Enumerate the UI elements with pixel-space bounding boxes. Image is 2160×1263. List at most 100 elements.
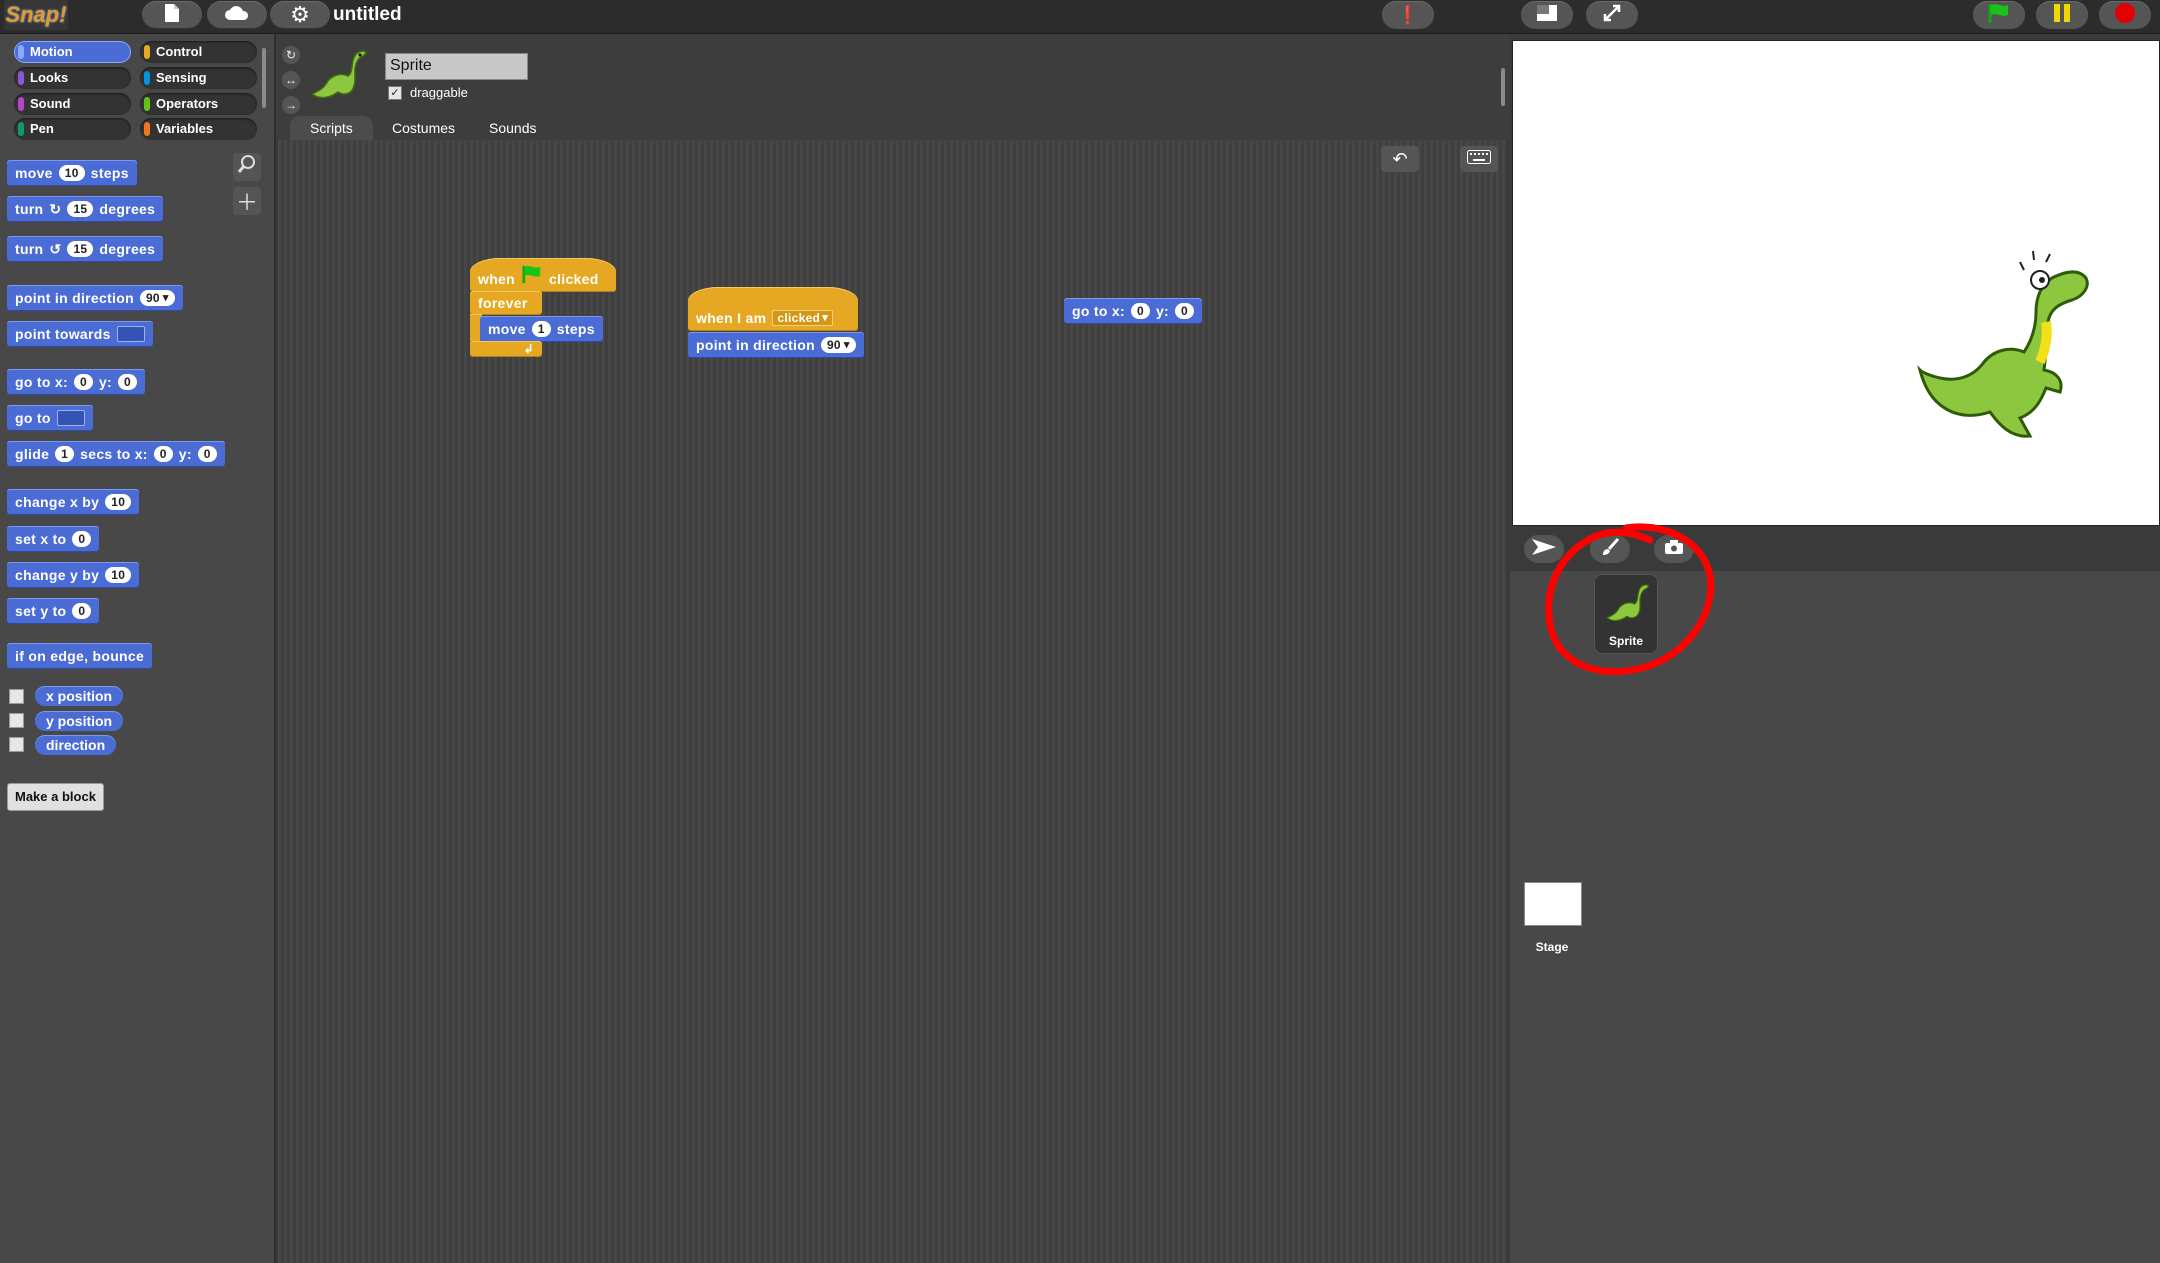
block-input[interactable]: 10	[105, 494, 132, 510]
y-input[interactable]: 0	[197, 446, 217, 462]
block-input[interactable]: 0	[72, 603, 92, 619]
category-looks[interactable]: Looks	[14, 67, 131, 89]
dropdown-value: 90	[145, 291, 160, 305]
presentation-mode-button[interactable]	[1586, 1, 1638, 29]
block-go-to-xy[interactable]: go to x: 0 y: 0	[7, 369, 145, 395]
category-variables[interactable]: Variables	[140, 118, 257, 140]
block-label: secs to x:	[80, 446, 148, 462]
loop-arrow-icon: ↲	[523, 342, 534, 356]
block-forever[interactable]: forever	[470, 291, 542, 315]
settings-menu-button[interactable]: ⚙	[270, 1, 330, 29]
block-change-x[interactable]: change x by 10	[7, 489, 140, 515]
block-label: point in direction	[696, 337, 815, 353]
undo-button[interactable]: ↶	[1381, 146, 1419, 172]
block-turn-counterclockwise[interactable]: turn ↺ 15 degrees	[7, 236, 164, 262]
block-input[interactable]: 15	[67, 201, 94, 217]
watcher-checkbox-direction[interactable]	[9, 737, 24, 752]
block-input[interactable]: 0	[72, 531, 92, 547]
block-turn-clockwise[interactable]: turn ↻ 15 degrees	[7, 196, 164, 222]
block-change-y[interactable]: change y by 10	[7, 562, 140, 588]
block-label: y:	[178, 446, 192, 462]
event-dropdown[interactable]: clicked	[772, 310, 834, 326]
block-input[interactable]: 15	[67, 241, 94, 257]
sprite-bar-scrollbar[interactable]	[1501, 68, 1505, 106]
x-input[interactable]: 0	[153, 446, 173, 462]
reporter-x-position[interactable]: x position	[35, 686, 124, 706]
y-input[interactable]: 0	[118, 374, 137, 390]
steps-input[interactable]: 1	[531, 321, 551, 337]
highlight-circle-annotation	[1542, 520, 1722, 687]
category-sound[interactable]: Sound	[14, 93, 131, 115]
direction-dropdown[interactable]: 90	[820, 337, 856, 353]
block-move-steps[interactable]: move 1 steps	[480, 316, 603, 342]
block-if-on-edge-bounce[interactable]: if on edge, bounce	[7, 643, 153, 669]
block-go-to-xy[interactable]: go to x: 0 y: 0	[1064, 298, 1202, 324]
search-blocks-button[interactable]	[233, 153, 261, 181]
cloud-menu-button[interactable]	[207, 1, 267, 29]
y-input[interactable]: 0	[1175, 303, 1194, 319]
stage-mode-button[interactable]: ❗	[1382, 1, 1434, 29]
tab-costumes[interactable]: Costumes	[372, 116, 475, 140]
keyboard-entry-button[interactable]	[1460, 146, 1498, 172]
block-point-in-direction[interactable]: point in direction 90	[7, 285, 183, 311]
category-pen[interactable]: Pen	[14, 118, 131, 140]
rotate-icon: ↻	[285, 48, 297, 62]
zoom-blocks-button[interactable]: ＋	[233, 187, 261, 215]
stage-thumbnail[interactable]	[1524, 882, 1582, 926]
direction-dropdown[interactable]: 90	[139, 290, 175, 306]
pause-button[interactable]	[2036, 1, 2088, 29]
block-move-steps[interactable]: move 10 steps	[7, 160, 137, 186]
block-set-y[interactable]: set y to 0	[7, 598, 100, 624]
stop-button[interactable]	[2099, 1, 2151, 29]
tab-sounds[interactable]: Sounds	[469, 116, 556, 140]
rotation-style-flip-button[interactable]: ↔	[282, 71, 300, 89]
block-label: change y by	[15, 567, 100, 583]
sprite-name-field[interactable]: Sprite	[385, 53, 528, 80]
target-dropdown[interactable]	[116, 326, 145, 342]
block-label: set x to	[15, 531, 67, 547]
block-input[interactable]: 10	[105, 567, 132, 583]
watcher-checkbox-x[interactable]	[9, 689, 24, 704]
category-operators[interactable]: Operators	[140, 93, 257, 115]
sprite-thumbnail	[308, 48, 368, 109]
forever-bottom: ↲	[470, 341, 542, 357]
dinosaur-sprite-icon	[1917, 250, 2089, 438]
palette-scrollbar[interactable]	[262, 48, 266, 108]
draggable-checkbox[interactable]: ✓	[388, 86, 402, 100]
scripting-area[interactable]	[278, 140, 1506, 1263]
category-motion[interactable]: Motion	[14, 41, 131, 63]
block-label: if on edge, bounce	[15, 648, 145, 664]
target-dropdown[interactable]	[56, 410, 85, 426]
rotation-style-full-button[interactable]: ↻	[282, 46, 300, 64]
x-input[interactable]: 0	[73, 374, 93, 390]
block-go-to[interactable]: go to	[7, 405, 93, 431]
block-glide[interactable]: glide 1 secs to x: 0 y: 0	[7, 441, 225, 467]
sprite-on-stage[interactable]	[1890, 250, 2110, 495]
dropdown-value: 90	[826, 338, 841, 352]
category-control[interactable]: Control	[140, 41, 257, 63]
category-sensing[interactable]: Sensing	[140, 67, 257, 89]
stop-icon	[2114, 2, 2136, 29]
secs-input[interactable]: 1	[55, 446, 75, 462]
left-right-icon: ↔	[285, 73, 297, 87]
block-point-in-direction[interactable]: point in direction 90	[688, 332, 864, 358]
block-input[interactable]: 10	[58, 165, 85, 181]
snap-logo[interactable]: Snap!	[4, 0, 68, 30]
reporter-y-position[interactable]: y position	[35, 711, 124, 731]
tab-scripts[interactable]: Scripts	[290, 116, 373, 140]
hat-block-when-flag-clicked[interactable]: when clicked	[470, 258, 616, 292]
rotation-style-none-button[interactable]: →	[282, 96, 300, 114]
block-point-towards[interactable]: point towards	[7, 321, 153, 347]
block-set-x[interactable]: set x to 0	[7, 526, 100, 552]
make-a-block-button[interactable]: Make a block	[7, 783, 104, 811]
block-label: steps	[90, 165, 129, 181]
block-label: steps	[556, 321, 595, 337]
reporter-direction[interactable]: direction	[35, 735, 117, 755]
hat-block-when-i-am-clicked[interactable]: when I am clicked	[688, 287, 858, 331]
project-menu-button[interactable]	[142, 1, 202, 29]
block-label: degrees	[99, 241, 156, 257]
watcher-checkbox-y[interactable]	[9, 713, 24, 728]
normal-stage-button[interactable]	[1521, 1, 1573, 29]
x-input[interactable]: 0	[1130, 303, 1150, 319]
green-flag-button[interactable]	[1973, 1, 2025, 29]
